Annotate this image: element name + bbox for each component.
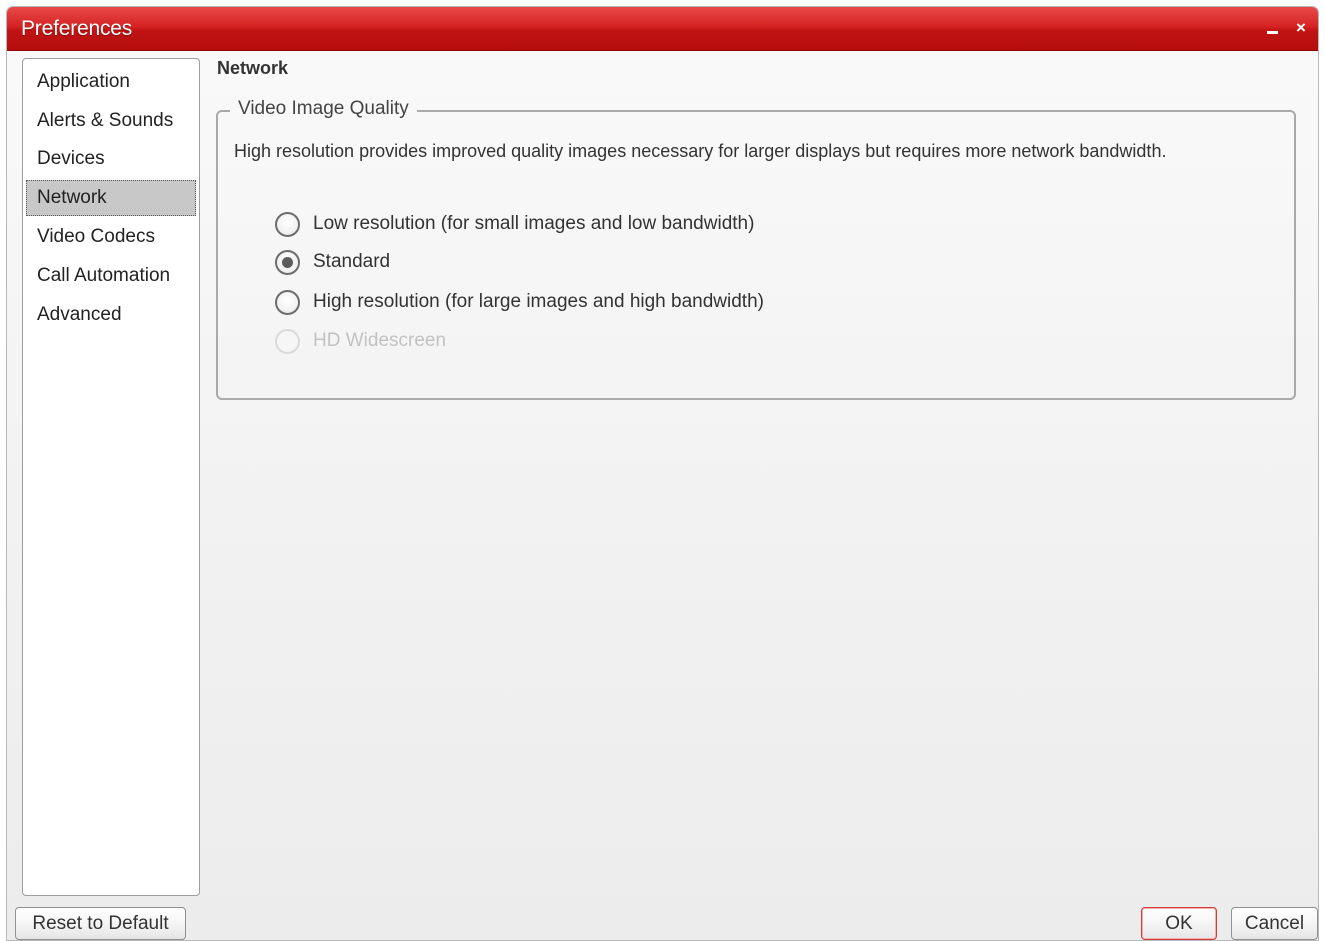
- sidebar-item-video-codecs[interactable]: Video Codecs: [26, 219, 196, 255]
- category-list: Application Alerts & Sounds Devices Netw…: [22, 58, 200, 896]
- reset-to-default-button[interactable]: Reset to Default: [15, 907, 186, 940]
- group-legend: Video Image Quality: [230, 98, 417, 120]
- radio-high-resolution[interactable]: High resolution (for large images and hi…: [275, 288, 764, 316]
- radio-standard[interactable]: Standard: [275, 248, 390, 276]
- radio-button-disabled: [275, 328, 300, 354]
- sidebar-item-network[interactable]: Network: [26, 180, 196, 216]
- ok-button[interactable]: OK: [1141, 907, 1217, 940]
- close-icon: ×: [1296, 18, 1306, 37]
- group-description: High resolution provides improved qualit…: [234, 141, 1167, 161]
- cancel-button[interactable]: Cancel: [1231, 907, 1318, 940]
- minimize-button[interactable]: [1262, 17, 1284, 39]
- preferences-window: Preferences × Application Alerts & Sound…: [6, 6, 1319, 941]
- radio-button[interactable]: [275, 289, 300, 315]
- window-title: Preferences: [21, 17, 133, 40]
- page-title: Network: [217, 58, 289, 78]
- sidebar-item-call-automation[interactable]: Call Automation: [26, 258, 196, 294]
- radio-low-resolution[interactable]: Low resolution (for small images and low…: [275, 210, 754, 238]
- title-bar[interactable]: Preferences ×: [7, 7, 1318, 51]
- radio-label: HD Widescreen: [313, 330, 447, 351]
- sidebar-item-advanced[interactable]: Advanced: [26, 297, 196, 333]
- sidebar-item-application[interactable]: Application: [26, 64, 196, 100]
- radio-button[interactable]: [275, 211, 300, 237]
- radio-hd-widescreen: HD Widescreen: [275, 327, 446, 355]
- close-button[interactable]: ×: [1290, 17, 1312, 39]
- radio-label: Low resolution (for small images and low…: [313, 213, 755, 234]
- radio-button-checked[interactable]: [275, 249, 300, 275]
- radio-label: Standard: [313, 251, 391, 272]
- video-quality-group: Video Image Quality High resolution prov…: [216, 98, 1296, 400]
- sidebar-item-alerts-sounds[interactable]: Alerts & Sounds: [26, 103, 196, 139]
- minimize-icon: [1267, 31, 1278, 34]
- sidebar-item-devices[interactable]: Devices: [26, 141, 196, 177]
- radio-label: High resolution (for large images and hi…: [313, 291, 764, 312]
